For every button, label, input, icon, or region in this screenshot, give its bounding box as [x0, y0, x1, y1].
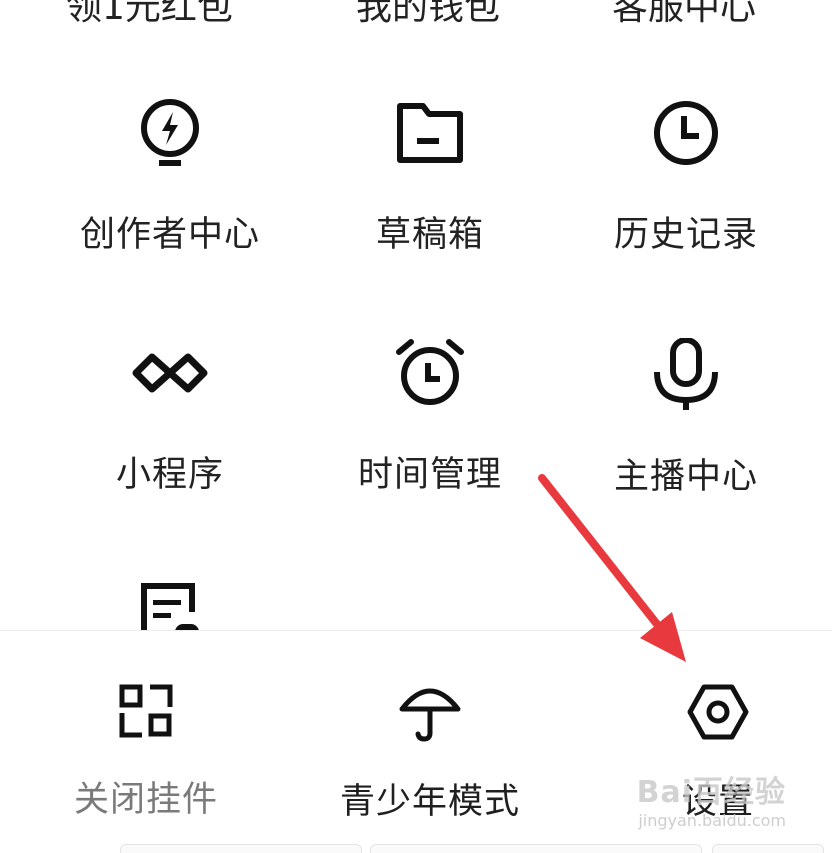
- annotation-arrow: [538, 474, 686, 662]
- watermark-logo: Bai百经验: [636, 775, 786, 810]
- watermark-url: jingyan.baidu.com: [638, 811, 786, 830]
- watermark: Bai百经验 jingyan.baidu.com: [637, 767, 786, 830]
